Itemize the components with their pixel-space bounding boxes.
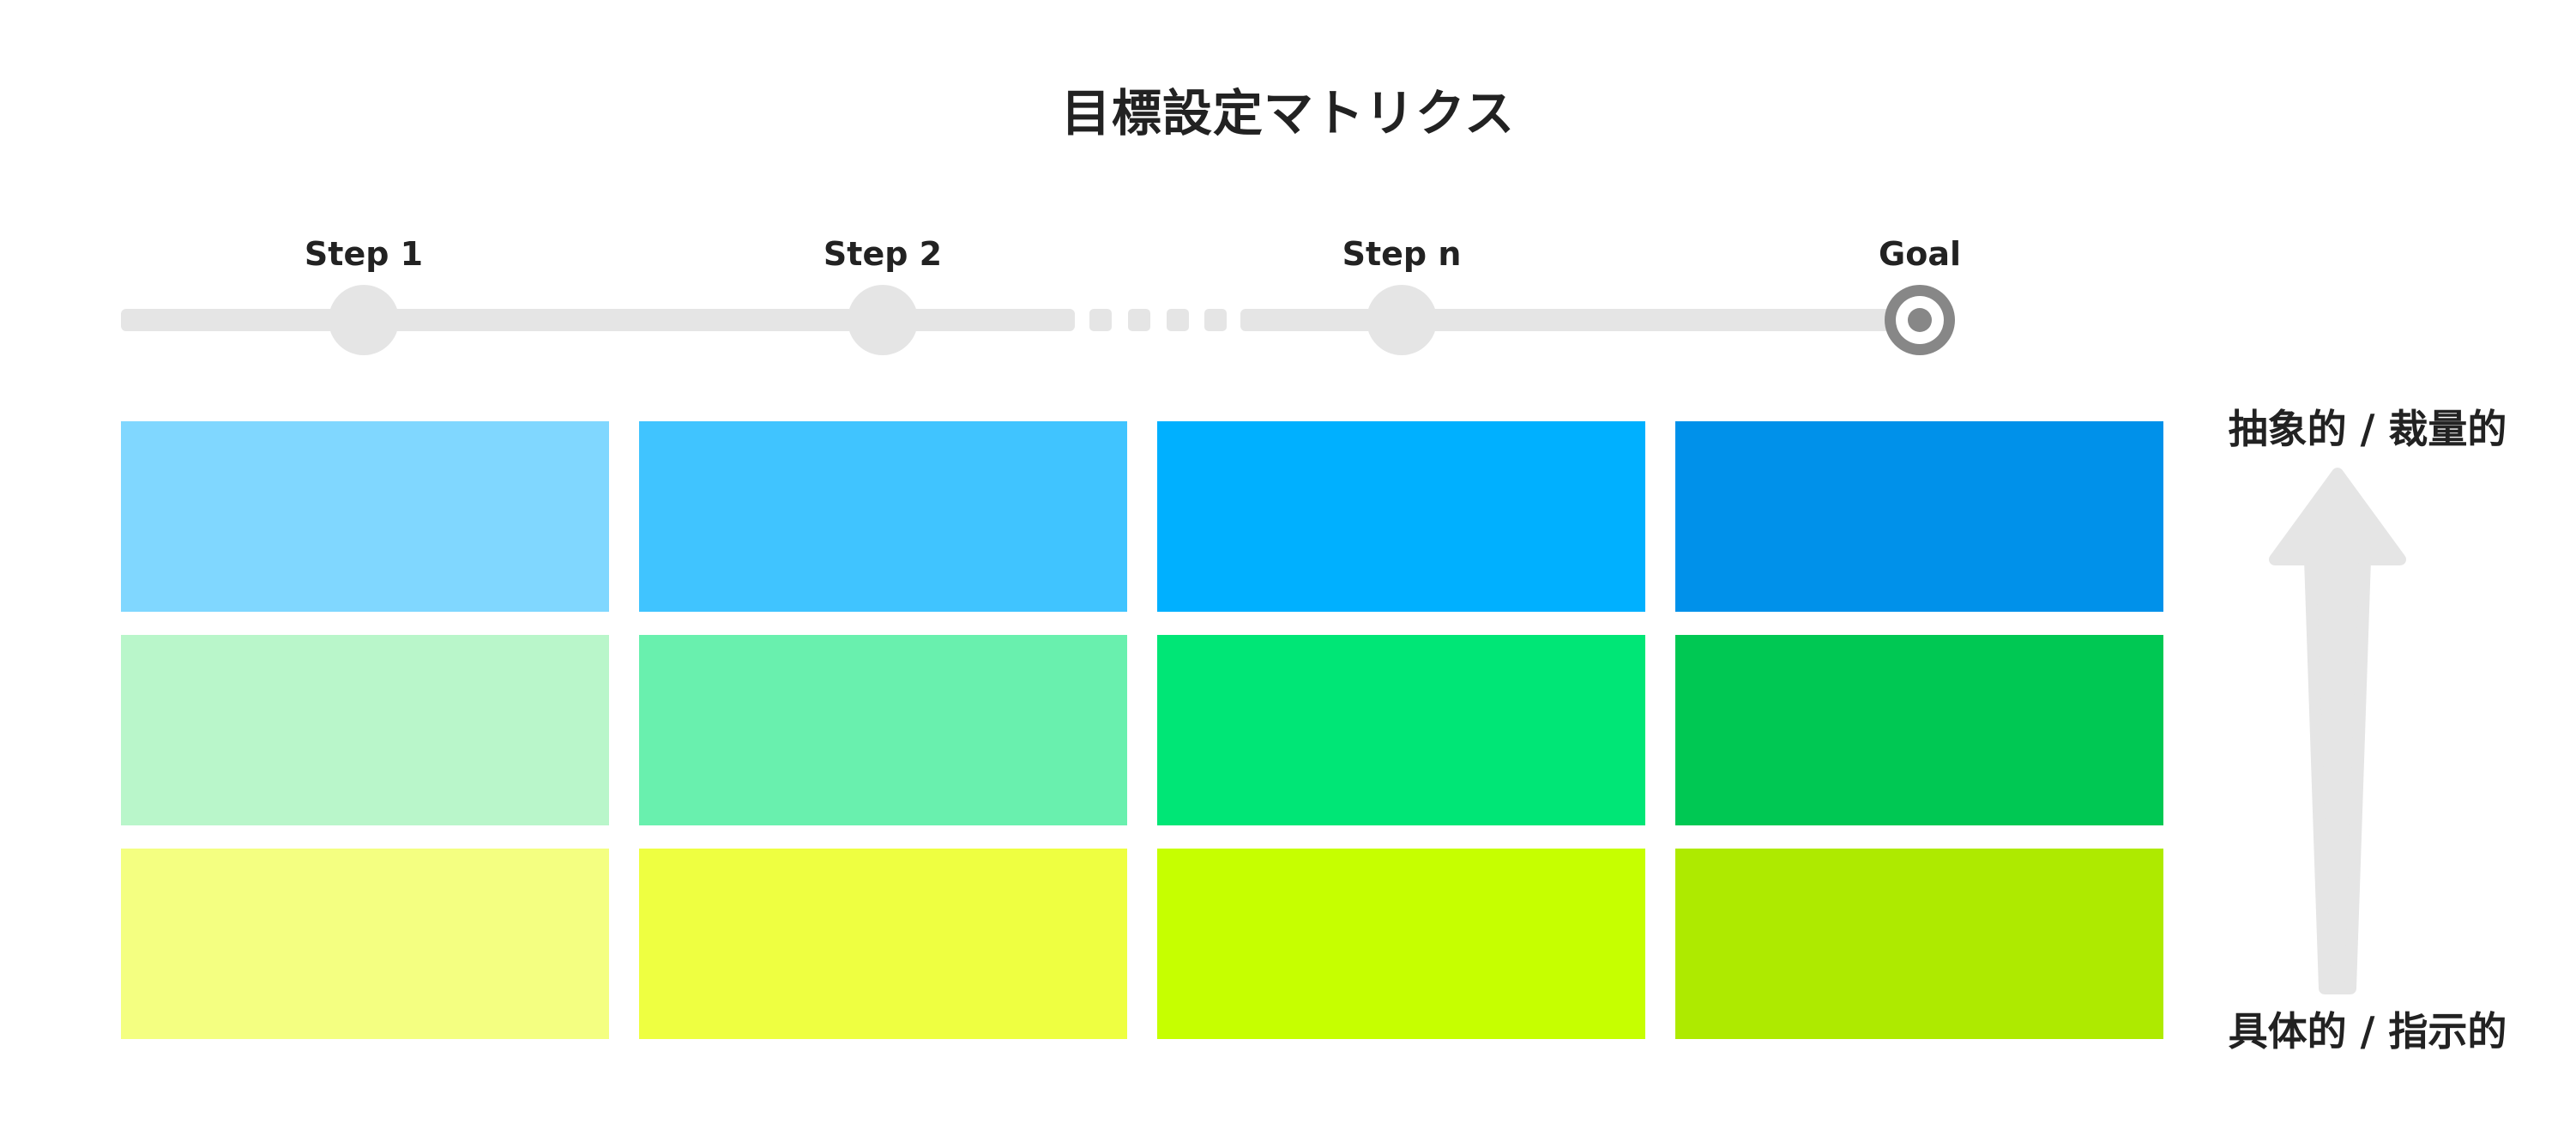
up-arrow-shape (2269, 468, 2406, 994)
page-title: 目標設定マトリクス (1060, 84, 1516, 142)
goal-matrix (121, 421, 2163, 1039)
matrix-cell-r1-c3 (1157, 421, 1645, 612)
timeline-track-right (1240, 309, 1927, 331)
step-node-n (1366, 285, 1437, 355)
matrix-cell-r3-c1 (121, 849, 609, 1039)
step-label-n: Step n (1342, 235, 1462, 273)
step-label-1: Step 1 (304, 235, 424, 273)
goal-target-icon (1885, 285, 1955, 355)
matrix-cell-r2-c4 (1675, 635, 2163, 825)
matrix-cell-r3-c4 (1675, 849, 2163, 1039)
matrix-cell-r1-c1 (121, 421, 609, 612)
timeline-track-left (121, 309, 1075, 331)
step-node-1 (329, 285, 399, 355)
matrix-cell-r2-c1 (121, 635, 609, 825)
step-label-goal: Goal (1879, 235, 1961, 273)
matrix-cell-r2-c3 (1157, 635, 1645, 825)
timeline-dash-1 (1089, 309, 1112, 331)
timeline-dash-2 (1128, 309, 1150, 331)
timeline-dash-4 (1204, 309, 1227, 331)
step-label-2: Step 2 (823, 235, 943, 273)
axis-top-label: 抽象的 / 裁量的 (2228, 406, 2507, 452)
up-arrow-icon (2269, 468, 2406, 994)
matrix-cell-r1-c4 (1675, 421, 2163, 612)
matrix-cell-r3-c3 (1157, 849, 1645, 1039)
timeline-dash-3 (1167, 309, 1189, 331)
matrix-cell-r3-c2 (639, 849, 1127, 1039)
matrix-cell-r2-c2 (639, 635, 1127, 825)
step-node-2 (848, 285, 918, 355)
axis-bottom-label: 具体的 / 指示的 (2228, 1008, 2507, 1054)
goal-target-center (1908, 308, 1932, 332)
matrix-cell-r1-c2 (639, 421, 1127, 612)
